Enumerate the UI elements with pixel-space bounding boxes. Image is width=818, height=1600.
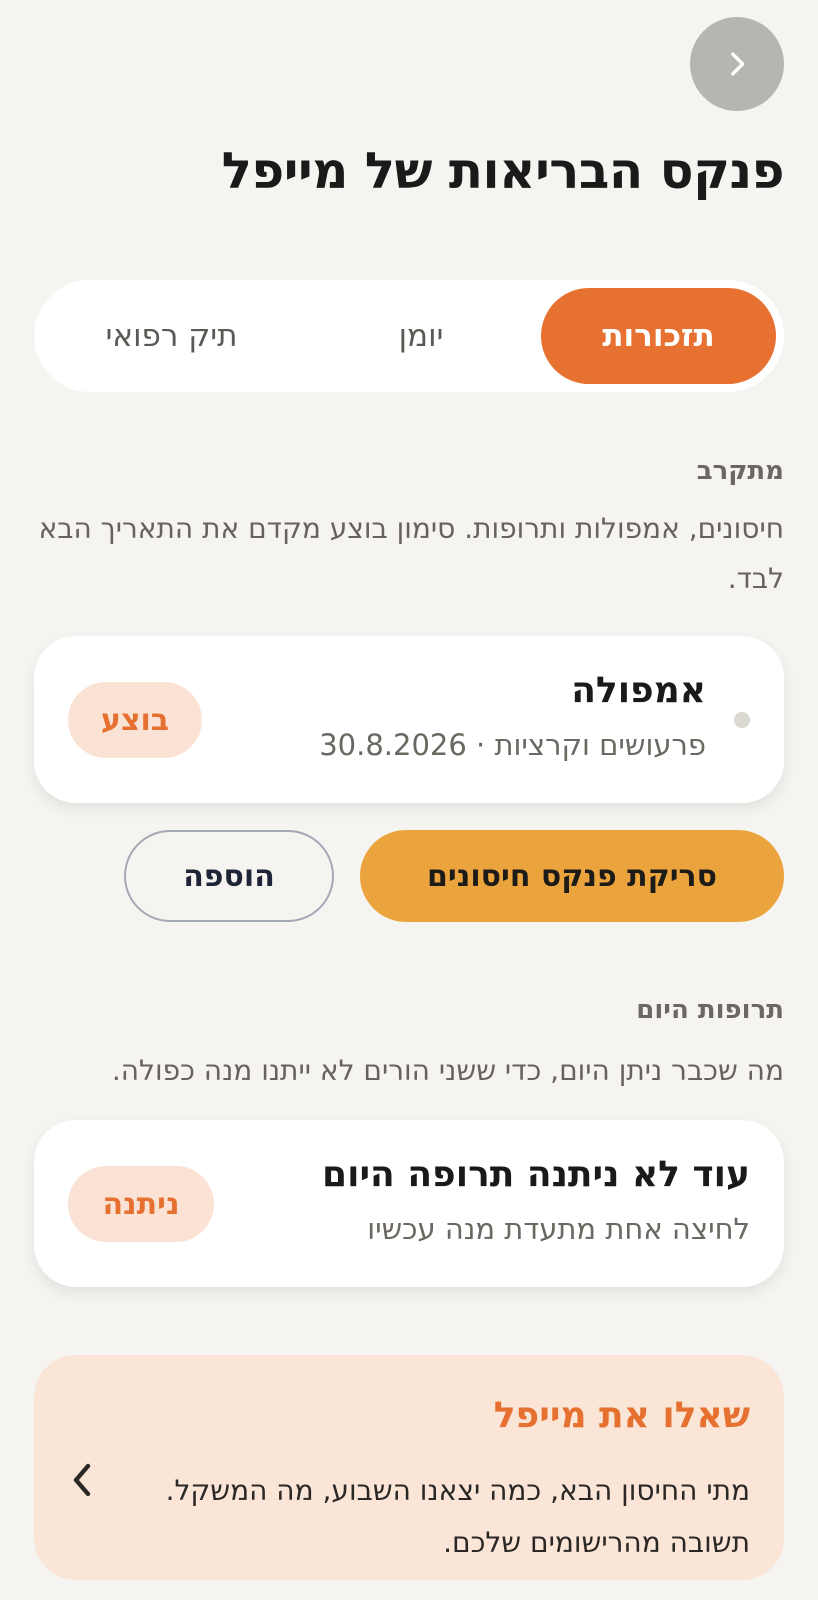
tab-bar: תזכורות יומן תיק רפואי	[34, 280, 784, 392]
chevron-right-icon	[731, 52, 745, 76]
meds-status-title: עוד לא ניתנה תרופה היום	[322, 1154, 750, 1195]
upcoming-section-label: מתקרב	[696, 456, 784, 486]
ask-title: שאלו את מייפל	[493, 1395, 750, 1436]
ask-body: מתי החיסון הבא, כמה יצאנו השבוע, מה המשק…	[165, 1474, 750, 1559]
meds-today-card[interactable]: עוד לא ניתנה תרופה היום לחיצה אחת מתעדת …	[34, 1120, 784, 1287]
page-title: פנקס הבריאות של מייפל	[221, 142, 785, 200]
tab-journal[interactable]: יומן	[301, 288, 541, 384]
tab-medical-file[interactable]: תיק רפואי	[42, 288, 301, 384]
item-subtitle: פרעושים וקרציות · 30.8.2026	[319, 728, 706, 762]
meds-today-description: מה שכבר ניתן היום, כדי ששני הורים לא יית…	[111, 1054, 784, 1087]
meds-status-subtitle: לחיצה אחת מתעדת מנה עכשיו	[367, 1212, 750, 1246]
chevron-left-icon	[73, 1463, 91, 1497]
upcoming-item-card[interactable]: אמפולה פרעושים וקרציות · 30.8.2026 בוצע	[34, 636, 784, 803]
scan-vaccine-booklet-button[interactable]: סריקת פנקס חיסונים	[360, 830, 784, 922]
upcoming-section-description: חיסונים, אמפולות ותרופות. סימון בוצע מקד…	[38, 512, 784, 595]
ask-maple-card[interactable]: שאלו את מייפל מתי החיסון הבא, כמה יצאנו …	[34, 1355, 784, 1580]
meds-today-section-label: תרופות היום	[636, 995, 784, 1025]
back-button[interactable]	[690, 17, 784, 111]
tab-reminders[interactable]: תזכורות	[541, 288, 776, 384]
health-booklet-screen: פנקס הבריאות של מייפל תזכורות יומן תיק ר…	[0, 0, 818, 1600]
add-button[interactable]: הוספה	[124, 830, 334, 922]
mark-done-button[interactable]: בוצע	[68, 682, 202, 758]
mark-given-button[interactable]: ניתנה	[68, 1166, 214, 1242]
status-dot	[734, 712, 750, 728]
item-title: אמפולה	[571, 670, 706, 711]
